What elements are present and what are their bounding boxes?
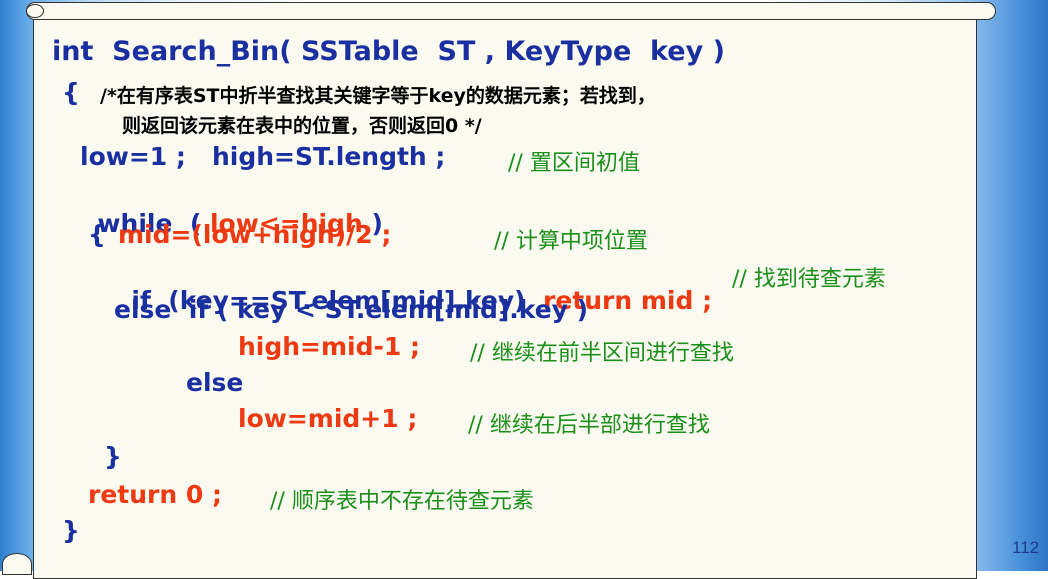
high-statement: high=mid-1 ; — [238, 332, 420, 361]
page-number: 112 — [1012, 538, 1040, 557]
inner-open-brace: { — [88, 220, 106, 249]
found-comment: // 找到待查元素 — [732, 267, 886, 292]
inner-close-brace: } — [104, 442, 122, 471]
init-comment: // 置区间初值 — [508, 151, 640, 176]
init-statement: low=1 ; high=ST.length ; — [80, 142, 446, 171]
notfound-comment: // 顺序表中不存在待查元素 — [270, 489, 534, 514]
else-keyword: else — [186, 368, 244, 397]
mid-statement: mid=(low+high)/2 ; — [118, 220, 392, 249]
function-signature: int Search_Bin( SSTable ST , KeyType key… — [52, 36, 725, 67]
return-zero: return 0 ; — [88, 480, 222, 509]
doc-comment-line-1: /*在有序表ST中折半查找其关键字等于key的数据元素；若找到， — [100, 85, 656, 107]
scroll-bottom-curl — [2, 553, 32, 575]
doc-comment-line-2: 则返回该元素在表中的位置，否则返回0 */ — [122, 115, 482, 137]
low-comment: // 继续在后半部进行查找 — [468, 413, 710, 438]
high-comment: // 继续在前半区间进行查找 — [470, 341, 734, 366]
open-brace: { — [62, 78, 80, 107]
close-brace: } — [62, 516, 80, 545]
else-if-line: else if ( key < ST.elem[mid].key ) — [114, 295, 589, 324]
scroll-top-curl — [26, 4, 44, 18]
low-statement: low=mid+1 ; — [238, 404, 418, 433]
mid-comment: // 计算中项位置 — [494, 229, 648, 254]
scroll-top-roll — [26, 2, 996, 20]
